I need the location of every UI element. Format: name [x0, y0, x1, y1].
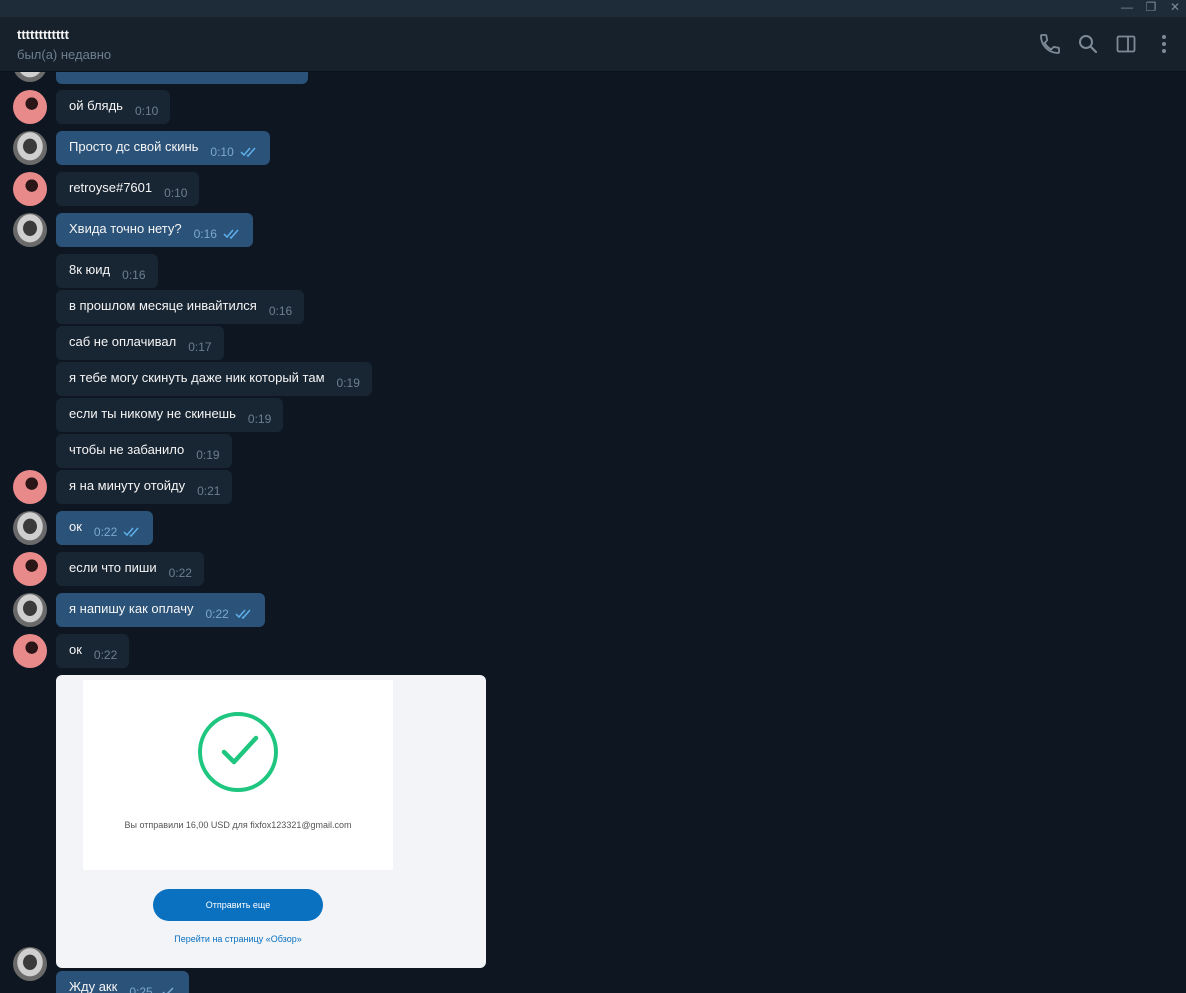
message-text: чтобы не забанило	[69, 441, 185, 457]
avatar[interactable]	[13, 90, 47, 124]
avatar[interactable]	[13, 511, 47, 545]
message-text: ок	[69, 641, 82, 657]
close-button[interactable]: ✕	[1165, 0, 1185, 17]
message-bubble-partial	[56, 72, 308, 84]
avatar[interactable]	[13, 72, 47, 82]
message-time: 0:22	[205, 607, 229, 621]
message-time: 0:19	[336, 376, 360, 390]
message-time: 0:16	[268, 304, 293, 318]
message-time: 0:16	[122, 268, 146, 282]
message-text: я напишу как оплачу	[69, 600, 194, 616]
message-bubble[interactable]: 8к юид 0:16	[56, 254, 158, 288]
message-time: 0:25	[129, 985, 153, 993]
title-bar: — ❐ ✕	[0, 0, 1186, 17]
message-text: 8к юид	[69, 261, 111, 277]
message-time: 0:22	[168, 566, 192, 580]
message-text: ок	[69, 518, 82, 534]
message-time: 0:16	[193, 227, 217, 241]
payment-confirmation-card: Вы отправили 16,00 USD для fixfox123321@…	[83, 680, 393, 870]
phone-icon[interactable]	[1038, 32, 1062, 56]
avatar[interactable]	[13, 131, 47, 165]
read-checks-icon	[240, 147, 256, 157]
message-text: я на минуту отойду	[69, 477, 186, 493]
message-text: в прошлом месяце инвайтился	[69, 297, 257, 313]
message-text: Жду акк	[69, 978, 118, 993]
telegram-window: — ❐ ✕ tttttttttttt был(а) недавно ой бля…	[0, 0, 1186, 993]
chat-title[interactable]: tttttttttttt	[17, 27, 69, 42]
message-text: retroyse#7601	[69, 179, 153, 195]
minimize-button[interactable]: —	[1117, 0, 1137, 17]
message-text: я тебе могу скинуть даже ник который там	[69, 369, 325, 385]
message-text: если что пиши	[69, 559, 157, 575]
search-icon[interactable]	[1076, 32, 1100, 56]
message-bubble[interactable]: я на минуту отойду 0:21	[56, 470, 233, 504]
read-checks-icon	[235, 609, 251, 619]
message-text: саб не оплачивал	[69, 333, 177, 349]
avatar[interactable]	[13, 470, 47, 504]
message-bubble[interactable]: ок 0:22	[56, 511, 154, 545]
message-bubble[interactable]: если ты никому не скинешь 0:19	[56, 398, 284, 432]
message-time: 0:19	[247, 412, 272, 426]
read-checks-icon	[223, 229, 239, 239]
avatar[interactable]	[13, 634, 47, 668]
message-text: если ты никому не скинешь	[69, 405, 236, 421]
message-bubble[interactable]: если что пиши 0:22	[56, 552, 204, 586]
avatar[interactable]	[13, 213, 47, 247]
message-bubble[interactable]: Жду акк 0:25	[56, 971, 189, 993]
message-text: Просто дс свой скинь	[69, 138, 199, 154]
message-bubble[interactable]: в прошлом месяце инвайтился 0:16	[56, 290, 305, 324]
restore-button[interactable]: ❐	[1141, 0, 1161, 17]
message-time: 0:22	[93, 525, 118, 539]
read-check-icon	[162, 987, 174, 993]
read-checks-icon	[123, 527, 139, 537]
more-vertical-icon[interactable]	[1152, 32, 1176, 56]
send-again-button: Отправить еще	[153, 889, 323, 921]
message-time: 0:22	[93, 648, 118, 662]
avatar[interactable]	[13, 593, 47, 627]
message-time: 0:19	[196, 448, 220, 462]
message-bubble[interactable]: ой блядь 0:10	[56, 90, 171, 124]
message-bubble[interactable]: я напишу как оплачу 0:22	[56, 593, 265, 627]
message-bubble[interactable]: чтобы не забанило 0:19	[56, 434, 232, 468]
sidebar-toggle-icon[interactable]	[1114, 32, 1138, 56]
message-time: 0:10	[210, 145, 234, 159]
payment-sent-text: Вы отправили 16,00 USD для fixfox123321@…	[124, 820, 352, 830]
message-bubble[interactable]: Просто дс свой скинь 0:10	[56, 131, 270, 165]
success-check-icon	[198, 712, 278, 792]
message-bubble[interactable]: retroyse#7601 0:10	[56, 172, 200, 206]
message-bubble[interactable]: Хвида точно нету? 0:16	[56, 213, 253, 247]
message-time: 0:10	[164, 186, 188, 200]
message-time: 0:17	[188, 340, 212, 354]
avatar[interactable]	[13, 172, 47, 206]
avatar[interactable]	[13, 552, 47, 586]
avatar[interactable]	[13, 947, 47, 981]
message-bubble[interactable]: саб не оплачивал 0:17	[56, 326, 224, 360]
chat-header: tttttttttttt был(а) недавно	[0, 17, 1186, 72]
message-bubble[interactable]: я тебе могу скинуть даже ник который там…	[56, 362, 372, 396]
message-list[interactable]: ой блядь 0:10 Просто дс свой скинь 0:10 …	[0, 72, 1186, 993]
photo-message[interactable]: Вы отправили 16,00 USD для fixfox123321@…	[56, 675, 486, 968]
message-bubble[interactable]: ок 0:22	[56, 634, 130, 668]
message-time: 0:21	[197, 484, 221, 498]
message-text: ой блядь	[69, 97, 123, 113]
message-text: Хвида точно нету?	[69, 220, 182, 236]
overview-link: Перейти на страницу «Обзор»	[174, 934, 302, 944]
chat-status: был(а) недавно	[17, 47, 112, 62]
message-time: 0:10	[134, 104, 159, 118]
